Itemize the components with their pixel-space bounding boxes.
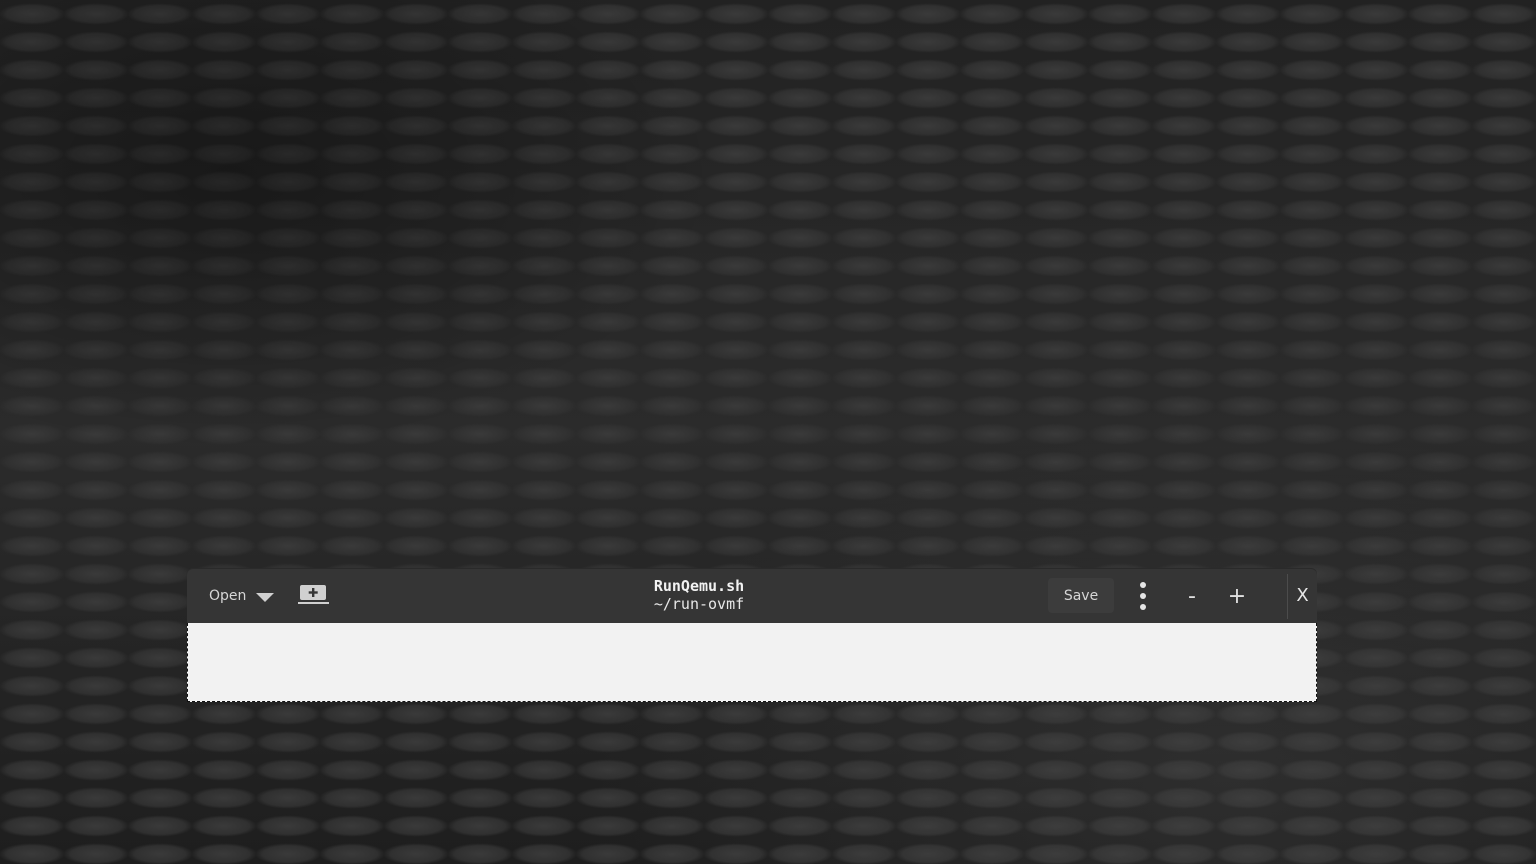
zoom-out-button[interactable]: -	[1177, 580, 1207, 612]
open-button[interactable]: Open	[197, 580, 286, 612]
open-button-label: Open	[209, 588, 247, 604]
new-document-button[interactable]	[294, 580, 334, 612]
zoom-in-button[interactable]: +	[1222, 580, 1252, 612]
main-menu-button[interactable]	[1127, 580, 1159, 615]
editor-text-area[interactable]	[187, 623, 1317, 702]
new-document-icon	[298, 583, 330, 609]
text-editor-window: Open RunQemu.sh ~/run-ovmf Save - + X	[187, 568, 1317, 703]
close-button[interactable]: X	[1288, 578, 1317, 613]
chevron-down-icon	[256, 592, 275, 602]
header-bar: Open RunQemu.sh ~/run-ovmf Save - + X	[187, 568, 1317, 623]
save-button[interactable]: Save	[1048, 578, 1114, 613]
desktop-wallpaper	[0, 0, 1536, 864]
vertical-dots-icon	[1139, 581, 1147, 615]
